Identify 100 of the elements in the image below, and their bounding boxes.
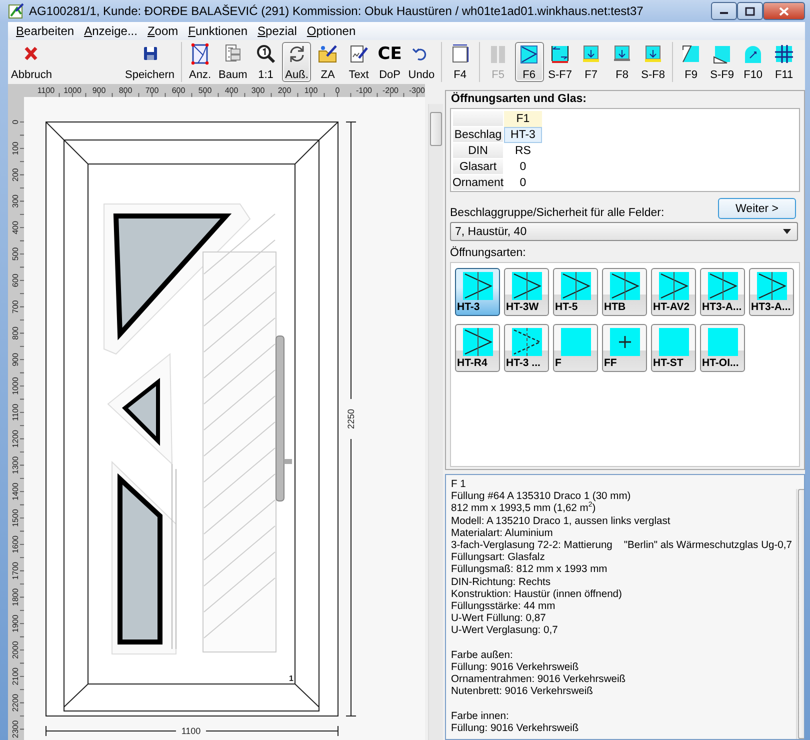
toolbar-button[interactable]: Text bbox=[344, 42, 374, 82]
menu-item[interactable]: Zoom bbox=[142, 24, 184, 38]
ruler-label: 1300 bbox=[11, 456, 20, 474]
detail-line: Füllung: 9016 Verkehrsweiß bbox=[451, 662, 580, 674]
maximize-button[interactable] bbox=[737, 2, 763, 20]
scrollbar[interactable] bbox=[796, 489, 802, 739]
next-button[interactable]: Weiter > bbox=[718, 198, 796, 219]
ruler-label: 800 bbox=[11, 326, 20, 340]
toolbar-button[interactable]: S-F8 bbox=[638, 42, 668, 82]
ruler-label: 700 bbox=[145, 86, 159, 95]
opening-arrow-icon bbox=[560, 271, 592, 301]
ruler-label: 900 bbox=[92, 86, 106, 95]
ruler-label: 100 bbox=[304, 86, 318, 95]
scrollbar[interactable] bbox=[428, 104, 443, 740]
toolbar-button[interactable]: F8 bbox=[608, 42, 637, 82]
ruler-label: 500 bbox=[198, 86, 212, 95]
ruler-label: 1400 bbox=[11, 482, 20, 500]
ruler-label: 1000 bbox=[11, 377, 20, 395]
ruler-label: -200 bbox=[382, 86, 398, 95]
detail-line: Füllung #64 A 135310 Draco 1 (30 mm) bbox=[451, 491, 632, 502]
opening-type-button[interactable]: HT-3W bbox=[504, 268, 549, 316]
toolbar-button[interactable]: F4 bbox=[446, 42, 475, 82]
toolbar-button[interactable]: 1:1 bbox=[251, 42, 280, 82]
ruler-label: 1900 bbox=[11, 614, 20, 632]
minimize-button[interactable] bbox=[711, 2, 737, 20]
ruler-label: 600 bbox=[172, 86, 186, 95]
opening-type-button[interactable]: HTB bbox=[602, 268, 647, 316]
opening-type-button[interactable]: F bbox=[553, 324, 598, 372]
toolbar-button[interactable]: F11 bbox=[770, 42, 799, 82]
ruler-label: 300 bbox=[11, 194, 20, 208]
ruler-label: 600 bbox=[11, 274, 20, 288]
ruler-label: 200 bbox=[278, 86, 292, 95]
ruler-label: 1000 bbox=[64, 86, 82, 95]
opening-type-button[interactable]: HT-5 bbox=[553, 268, 598, 316]
fixed-pane-icon bbox=[658, 327, 690, 357]
menu-item[interactable]: Bearbeiten bbox=[11, 24, 80, 38]
field-label: Beschlaggruppe/Sicherheit für alle Felder: bbox=[450, 207, 664, 219]
frame-diagram-icon bbox=[189, 43, 212, 65]
opening-arrow-icon bbox=[608, 271, 640, 301]
toolbar-button[interactable]: ZA bbox=[313, 42, 342, 82]
toolbar-button[interactable]: Anz. bbox=[186, 42, 215, 82]
ruler-label: 500 bbox=[11, 247, 20, 261]
opening-arrow-icon bbox=[756, 271, 788, 301]
detail-line: Füllungsart: Glasfalz bbox=[451, 552, 546, 564]
row-header: Ornament bbox=[453, 175, 503, 191]
ruler-label: 1500 bbox=[11, 509, 20, 527]
triangle-window-icon bbox=[518, 43, 540, 65]
toolbar-button[interactable]: S-F7 bbox=[546, 42, 575, 82]
group-dropdown[interactable]: 7, Haustür, 40 bbox=[450, 222, 798, 241]
row-header: DIN bbox=[453, 143, 503, 159]
grid-cell[interactable]: 0 bbox=[504, 159, 542, 175]
opening-arrow-icon bbox=[462, 271, 494, 301]
ruler-label: 1800 bbox=[11, 588, 20, 606]
grid-cell[interactable]: RS bbox=[504, 143, 542, 159]
ruler-label: 2300 bbox=[11, 720, 20, 738]
scrollbar-thumb[interactable] bbox=[430, 112, 442, 146]
toolbar-button[interactable]: Abbruch bbox=[9, 42, 54, 82]
opening-type-button[interactable]: FF bbox=[602, 324, 647, 372]
detail-line: Farbe innen: bbox=[451, 710, 510, 724]
opening-type-button[interactable]: HT-R4 bbox=[455, 324, 500, 372]
ruler-label: 1100 bbox=[37, 86, 55, 95]
opening-type-button[interactable]: HT-3 ... bbox=[504, 324, 549, 372]
toolbar-button[interactable]: CE DoP bbox=[375, 42, 404, 82]
ruler-label: 0 bbox=[335, 86, 340, 95]
opening-type-button[interactable]: HT3-A... bbox=[700, 268, 745, 316]
close-button[interactable] bbox=[763, 2, 805, 20]
toolbar-button[interactable]: F6 bbox=[514, 42, 544, 82]
opening-type-button[interactable]: HT-ST bbox=[651, 324, 696, 372]
opening-type-button[interactable]: HT-AV2 bbox=[651, 268, 696, 316]
detail-line: Konstruktion: Haustür (innen öffnend) bbox=[451, 588, 623, 602]
grid-cell[interactable]: HT-3 bbox=[504, 127, 542, 143]
toolbar-button[interactable]: S-F9 bbox=[708, 42, 737, 82]
ruler-label: 1600 bbox=[11, 536, 20, 554]
zoom-icon bbox=[254, 43, 277, 65]
maximize-icon bbox=[745, 6, 755, 16]
menu-item[interactable]: Optionen bbox=[302, 24, 361, 38]
opening-arrow-icon bbox=[510, 271, 542, 301]
toolbar-button[interactable]: Speichern bbox=[122, 42, 177, 82]
toolbar-button[interactable]: Auß. bbox=[282, 42, 312, 82]
menu-item[interactable]: Anzeige... bbox=[79, 24, 142, 38]
detail-line: DIN-Richtung: Rechts bbox=[451, 576, 552, 589]
ruler-label: 800 bbox=[118, 86, 132, 95]
menu-item[interactable]: Funktionen bbox=[183, 24, 253, 38]
opening-type-button[interactable]: HT3-A... bbox=[749, 268, 794, 316]
toolbar-button[interactable]: F7 bbox=[576, 42, 606, 82]
grid-corner bbox=[453, 111, 503, 127]
ruler-label: 200 bbox=[11, 168, 20, 182]
toolbar-button[interactable]: F10 bbox=[738, 42, 768, 82]
detail-line: F 1 bbox=[451, 479, 467, 492]
toolbar-button[interactable]: F9 bbox=[676, 42, 706, 82]
close-icon bbox=[779, 6, 789, 16]
grid-cell[interactable]: 0 bbox=[504, 175, 542, 191]
toolbar-button[interactable]: Undo bbox=[406, 42, 437, 82]
opening-type-button[interactable]: HT-3 bbox=[455, 268, 500, 316]
menu-item[interactable]: Spezial bbox=[252, 24, 302, 38]
detail-line: Ornamentrahmen: 9016 Verkehrsweiß bbox=[451, 674, 627, 686]
fixed-pane-icon bbox=[560, 327, 592, 357]
opening-type-button[interactable]: HT-OI... bbox=[700, 324, 745, 372]
toolbar-button[interactable]: Baum bbox=[216, 42, 250, 82]
detail-line: Farbe außen: bbox=[451, 650, 514, 662]
